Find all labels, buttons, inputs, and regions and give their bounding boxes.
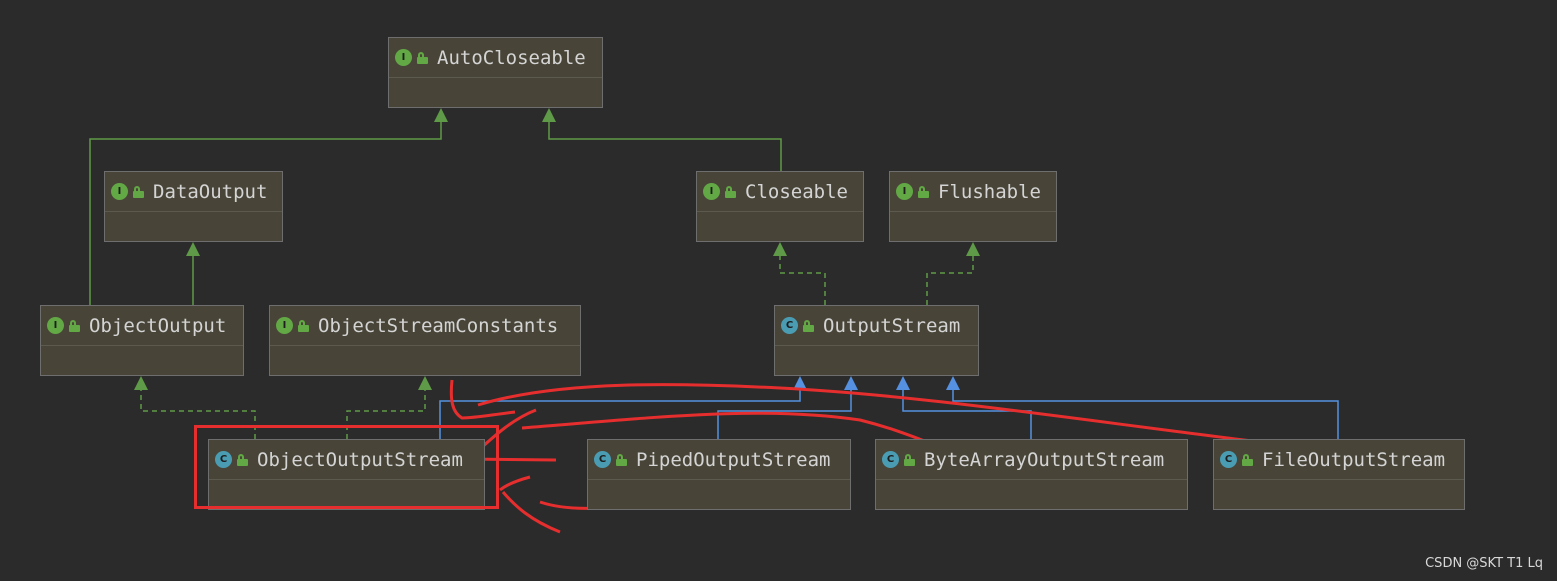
class-icon: C	[781, 317, 798, 334]
node-label: Closeable	[745, 180, 848, 203]
node-label: FileOutputStream	[1262, 448, 1446, 471]
node-label: PipedOutputStream	[636, 448, 831, 471]
highlight-box	[194, 425, 499, 509]
lock-icon	[1242, 453, 1253, 466]
annotation-stroke	[499, 475, 531, 492]
node-object-stream-constants[interactable]: I ObjectStreamConstants	[269, 305, 581, 376]
node-label: ObjectStreamConstants	[318, 314, 559, 337]
node-flushable[interactable]: I Flushable	[889, 171, 1057, 242]
node-label: DataOutput	[153, 180, 268, 203]
node-object-output[interactable]: I ObjectOutput	[40, 305, 244, 376]
interface-icon: I	[703, 183, 720, 200]
arrowhead	[966, 242, 980, 256]
lock-icon	[803, 319, 814, 332]
lock-icon	[69, 319, 80, 332]
edge-file-outputstream	[952, 390, 1339, 439]
annotation-stroke	[477, 383, 1253, 443]
lock-icon	[417, 51, 428, 64]
arrowhead	[773, 242, 787, 256]
arrowhead	[434, 108, 448, 122]
arrowhead	[542, 108, 556, 122]
edge-outputstream-closeable	[779, 256, 826, 305]
node-auto-closeable[interactable]: I AutoCloseable	[388, 37, 603, 108]
lock-icon	[904, 453, 915, 466]
arrowhead	[186, 242, 200, 256]
interface-icon: I	[896, 183, 913, 200]
node-output-stream[interactable]: C OutputStream	[774, 305, 979, 376]
node-label: ByteArrayOutputStream	[924, 448, 1165, 471]
lock-icon	[918, 185, 929, 198]
annotation-stroke	[501, 491, 561, 534]
node-label: Flushable	[938, 180, 1041, 203]
interface-icon: I	[47, 317, 64, 334]
arrowhead	[418, 376, 432, 390]
arrowhead	[134, 376, 148, 390]
node-piped-output-stream[interactable]: C PipedOutputStream	[587, 439, 851, 510]
node-byte-array-output-stream[interactable]: C ByteArrayOutputStream	[875, 439, 1188, 510]
lock-icon	[298, 319, 309, 332]
edge-closeable-autocloseable	[548, 122, 782, 171]
node-label: OutputStream	[823, 314, 961, 337]
edge-outputstream-flushable	[926, 256, 974, 305]
node-file-output-stream[interactable]: C FileOutputStream	[1213, 439, 1465, 510]
node-label: AutoCloseable	[437, 46, 586, 69]
class-icon: C	[1220, 451, 1237, 468]
watermark: CSDN @SKT T1 Lq	[1425, 556, 1543, 571]
interface-icon: I	[395, 49, 412, 66]
node-data-output[interactable]: I DataOutput	[104, 171, 283, 242]
edge-bytearray-outputstream	[902, 390, 1032, 439]
arrowhead	[896, 376, 910, 390]
node-label: ObjectOutput	[89, 314, 227, 337]
lock-icon	[616, 453, 627, 466]
interface-icon: I	[276, 317, 293, 334]
arrowhead	[946, 376, 960, 390]
interface-icon: I	[111, 183, 128, 200]
class-icon: C	[882, 451, 899, 468]
node-closeable[interactable]: I Closeable	[696, 171, 864, 242]
lock-icon	[133, 185, 144, 198]
arrowhead	[844, 376, 858, 390]
lock-icon	[725, 185, 736, 198]
class-icon: C	[594, 451, 611, 468]
